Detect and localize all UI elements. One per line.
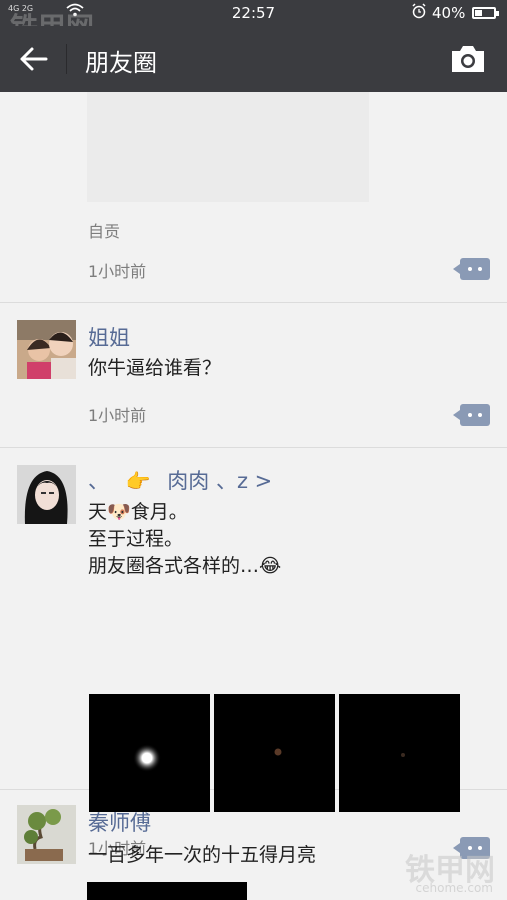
post-line: 至于过程。 (88, 528, 184, 550)
line-text: 朋友圈各式各样的… (88, 555, 260, 577)
name-prefix: 、 (88, 469, 109, 493)
post-line: 天🐶食月。 (88, 499, 281, 526)
comment-button[interactable] (453, 404, 490, 426)
post-item: 自贡 1小时前 (0, 92, 507, 303)
pointing-hand-icon: 👉 (125, 469, 151, 493)
back-button[interactable] (14, 40, 54, 78)
post-time: 1小时前 (88, 406, 147, 425)
camera-button[interactable] (448, 42, 488, 76)
battery-level (475, 10, 482, 16)
user-name[interactable]: 秦师傅 (88, 807, 151, 837)
post-image[interactable] (87, 92, 369, 202)
user-name[interactable]: 姐姐 (88, 322, 130, 352)
name-text: 肉肉 (167, 469, 210, 493)
post-time: 1小时前 (88, 262, 147, 281)
laugh-emoji-icon: 😂 (259, 555, 282, 577)
nav-divider (66, 44, 67, 74)
dog-emoji-icon: 🐶 (107, 501, 131, 523)
avatar[interactable] (17, 320, 76, 379)
battery-percent: 40% (432, 4, 466, 22)
avatar[interactable] (17, 805, 76, 864)
name-suffix: 、z > (215, 469, 273, 493)
post-text: 你牛逼给谁看？ (88, 357, 222, 379)
user-name[interactable]: 、 👉 肉肉 、z > (88, 465, 272, 495)
post-photo[interactable] (87, 882, 247, 900)
watermark-domain: cehome.com (415, 881, 493, 895)
post-item: 、 👉 肉肉 、z > 天🐶食月。 至于过程。 朋友圈各式各样的…😂 1小时前 (0, 448, 507, 859)
alarm-icon (411, 3, 427, 23)
arrow-left-icon (20, 47, 48, 71)
post-item: 姐姐 你牛逼给谁看？ 1小时前 (0, 303, 507, 448)
location-label[interactable]: 自贡 (88, 218, 120, 242)
page-title: 朋友圈 (85, 49, 157, 77)
moments-feed[interactable]: 自贡 1小时前 姐姐 你牛逼给谁看？ 1小时前 、 👉 肉肉 、z > 天🐶食月… (0, 92, 507, 900)
avatar[interactable] (17, 465, 76, 524)
post-text: 一百多年一次的十五得月亮 (88, 844, 317, 866)
dot-icon (478, 267, 482, 271)
post-text: 天🐶食月。 至于过程。 朋友圈各式各样的…😂 (88, 499, 281, 580)
line-text: 天 (88, 501, 108, 523)
post-line: 朋友圈各式各样的…😂 (88, 553, 281, 580)
dot-icon (468, 413, 472, 417)
camera-icon (452, 46, 484, 72)
comment-button[interactable] (453, 258, 490, 280)
dot-icon (468, 267, 472, 271)
battery-icon (472, 7, 499, 19)
nav-bar: 朋友圈 (0, 26, 507, 92)
line-text: 食月。 (130, 501, 188, 523)
dot-icon (478, 413, 482, 417)
